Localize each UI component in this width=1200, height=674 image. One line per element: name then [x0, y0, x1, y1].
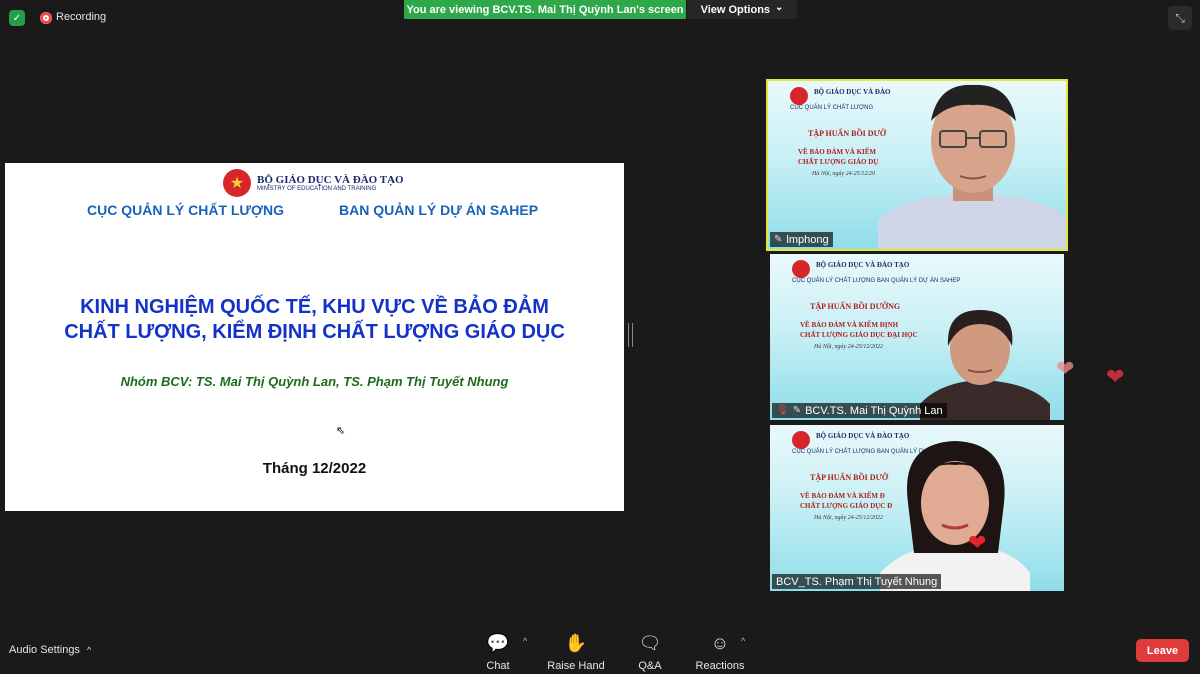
- reactions-options-caret[interactable]: ^: [741, 636, 745, 646]
- background-emblem-icon: [790, 87, 808, 105]
- background-subtitle: CỤC QUẢN LÝ CHẤT LƯỢNG: [790, 105, 874, 111]
- participant-name-tag: ✎ lmphong: [770, 232, 833, 247]
- audio-settings-label: Audio Settings: [9, 644, 80, 656]
- background-emblem-icon: [792, 260, 810, 278]
- pin-icon: ✎: [792, 405, 802, 416]
- view-options-button[interactable]: View Options ⌄: [687, 0, 797, 19]
- leave-label: Leave: [1146, 644, 1179, 657]
- background-heading-2a: VỀ BẢO ĐẢM VÀ KIỂM Đ: [800, 492, 885, 500]
- background-org-text: BỘ GIÁO DỤC VÀ ĐÀO TẠO: [816, 261, 910, 269]
- background-heading-2a: VỀ BẢO ĐẢM VÀ KIỂM ĐỊNH: [800, 321, 899, 329]
- slide-authors: Nhóm BCV: TS. Mai Thị Quỳnh Lan, TS. Phạ…: [120, 374, 509, 389]
- encryption-shield-icon[interactable]: ✓: [9, 10, 25, 26]
- pin-icon: ✎: [774, 234, 783, 245]
- qa-icon: 🗨: [638, 633, 662, 653]
- view-options-label: View Options: [700, 3, 771, 16]
- participant-video-person: [878, 84, 1066, 249]
- split-view-resize-handle[interactable]: [628, 323, 633, 347]
- background-date: Hà Nội, ngày 24-25/12/2022: [814, 344, 883, 350]
- hand-icon: ✋: [564, 633, 588, 653]
- viewing-screen-banner: You are viewing BCV.TS. Mai Thị Quỳnh La…: [404, 0, 686, 19]
- shared-screen-slide: BỘ GIÁO DỤC VÀ ĐÀO TẠO MINISTRY OF EDUCA…: [5, 163, 624, 511]
- mouse-cursor-icon: ⇖: [336, 425, 346, 437]
- slide-title-line-1: KINH NGHIỆM QUỐC TẾ, KHU VỰC VỀ BẢO ĐẢM: [80, 296, 549, 318]
- participant-name: lmphong: [786, 233, 829, 246]
- participant-name-tag: BCV_TS. Phạm Thị Tuyết Nhung: [772, 574, 942, 589]
- background-heading-2a: VỀ BẢO ĐẢM VÀ KIỂM: [798, 148, 877, 156]
- national-emblem-icon: [223, 169, 251, 197]
- chevron-down-icon: ⌄: [775, 2, 784, 13]
- background-date: Hà Nội, ngày 24-25/12/2022: [814, 515, 883, 521]
- chat-label: Chat: [486, 660, 510, 672]
- background-heading: TẬP HUẤN BỒI DƯỠ: [808, 129, 887, 138]
- qa-label: Q&A: [638, 660, 662, 672]
- record-icon: [40, 12, 52, 24]
- background-heading-2: VỀ BẢO ĐẢM VÀ KIỂM ĐỊNH CHẤT LƯỢNG GIÁO …: [800, 320, 918, 340]
- video-tile-mai-thi-quynh-lan[interactable]: BỘ GIÁO DỤC VÀ ĐÀO TẠO CỤC QUẢN LÝ CHẤT …: [770, 254, 1064, 420]
- background-subtitle: CỤC QUẢN LÝ CHẤT LƯỢNG BAN QUẢN LÝ DỰ ÁN…: [792, 278, 961, 284]
- recording-label[interactable]: Recording: [56, 11, 106, 23]
- participant-name-tag: 🎙 ✎ BCV.TS. Mai Thị Quỳnh Lan: [772, 403, 947, 418]
- background-heading-2: VỀ BẢO ĐẢM VÀ KIỂM Đ CHẤT LƯỢNG GIÁO DỤC…: [800, 491, 892, 511]
- ministry-name-en: MINISTRY OF EDUCATION AND TRAINING: [257, 186, 377, 192]
- background-heading-2b: CHẤT LƯỢNG GIÁO DỤC ĐẠI HỌC: [800, 331, 918, 339]
- background-heading: TẬP HUẤN BỒI DƯỠ: [810, 473, 889, 482]
- mic-muted-icon: 🎙: [776, 405, 789, 416]
- video-tile-lmphong[interactable]: BỘ GIÁO DỤC VÀ ĐÀO CỤC QUẢN LÝ CHẤT LƯỢN…: [766, 79, 1068, 251]
- ministry-logo: BỘ GIÁO DỤC VÀ ĐÀO TẠO MINISTRY OF EDUCA…: [223, 169, 404, 197]
- reactions-label: Reactions: [695, 660, 745, 672]
- video-tile-pham-thi-tuyet-nhung[interactable]: BỘ GIÁO DỤC VÀ ĐÀO TẠO CỤC QUẢN LÝ CHẤT …: [770, 425, 1064, 591]
- qa-button[interactable]: 🗨 Q&A: [615, 632, 685, 672]
- heart-reaction-icon: ❤: [1056, 356, 1075, 381]
- participant-name: BCV_TS. Phạm Thị Tuyết Nhung: [776, 575, 938, 588]
- background-heading-2b: CHẤT LƯỢNG GIÁO DỤC Đ: [800, 502, 893, 510]
- raise-hand-label: Raise Hand: [547, 660, 605, 672]
- heart-reaction-icon: ❤: [1106, 364, 1125, 389]
- background-heading-2: VỀ BẢO ĐẢM VÀ KIỂM CHẤT LƯỢNG GIÁO DỤ: [798, 147, 878, 167]
- department-right: BAN QUẢN LÝ DỰ ÁN SAHEP: [339, 202, 539, 218]
- background-emblem-icon: [792, 431, 810, 449]
- exit-fullscreen-icon[interactable]: ⤡: [1168, 6, 1192, 30]
- heart-reaction-icon: ❤: [968, 530, 987, 555]
- background-heading-2b: CHẤT LƯỢNG GIÁO DỤ: [798, 158, 879, 166]
- background-heading: TẬP HUẤN BỒI DƯỠNG: [810, 302, 901, 311]
- chat-options-caret[interactable]: ^: [523, 636, 527, 646]
- chevron-up-icon: ^: [87, 645, 92, 655]
- banner-text: You are viewing BCV.TS. Mai Thị Quỳnh La…: [406, 3, 684, 16]
- participant-name: BCV.TS. Mai Thị Quỳnh Lan: [805, 404, 943, 417]
- raise-hand-button[interactable]: ✋ Raise Hand: [541, 632, 611, 672]
- audio-settings-button[interactable]: Audio Settings ^: [9, 644, 91, 656]
- slide-date: Tháng 12/2022: [262, 460, 367, 477]
- background-date: Hà Nội, ngày 24-25/12/20: [812, 171, 875, 177]
- ministry-name: BỘ GIÁO DỤC VÀ ĐÀO TẠO MINISTRY OF EDUCA…: [257, 174, 404, 192]
- participant-video-person: [880, 441, 1030, 591]
- leave-button[interactable]: Leave: [1136, 639, 1189, 662]
- ministry-name-vn: BỘ GIÁO DỤC VÀ ĐÀO TẠO: [257, 174, 404, 186]
- slide-title-line-2: CHẤT LƯỢNG, KIỂM ĐỊNH CHẤT LƯỢNG GIÁO DỤ…: [64, 321, 565, 343]
- department-left: CỤC QUẢN LÝ CHẤT LƯỢNG: [87, 202, 284, 218]
